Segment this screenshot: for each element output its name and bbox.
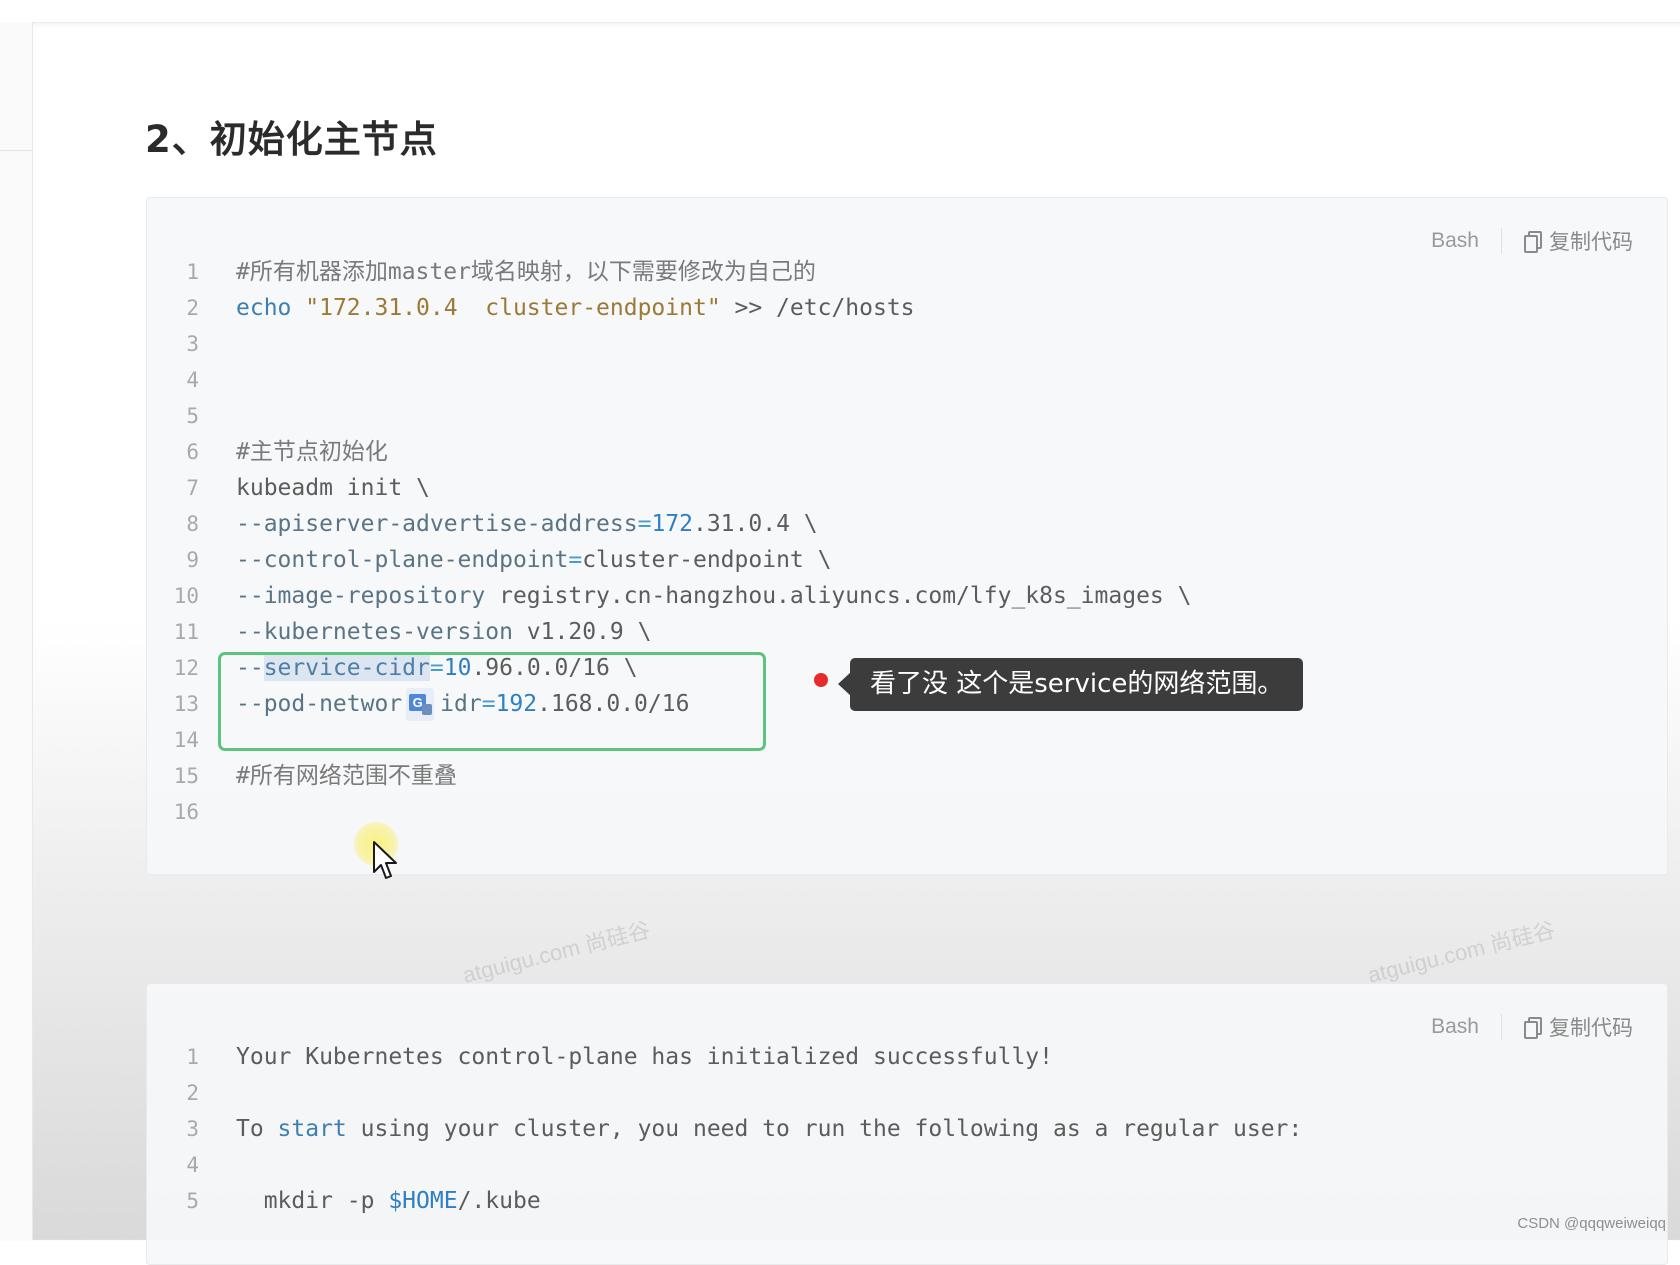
copy-code-label: 复制代码 [1549, 1017, 1633, 1040]
code-plain: .31.0.4 \ [692, 511, 818, 537]
code-variable: $HOME [388, 1188, 458, 1214]
code-block-init-output: Bash 复制代码 1 Your Kubernetes control-plan… [146, 983, 1668, 1265]
line-number: 4 [186, 1153, 199, 1177]
copy-code-label: 复制代码 [1549, 231, 1633, 254]
code-plain: Your Kubernetes control-plane has initia… [236, 1044, 1053, 1070]
toolbar-divider [1501, 1014, 1502, 1040]
code-plain: To [236, 1116, 278, 1142]
line-number: 12 [173, 656, 199, 680]
code-string: "172.31.0.4 cluster-endpoint" [305, 295, 721, 321]
code-text: --kubernetes-version v1.20.9 \ [236, 614, 651, 650]
credit-watermark: CSDN @qqqweiweiqq [1517, 1215, 1666, 1232]
line-number: 14 [173, 728, 199, 752]
code-plain: kubeadm init \ [236, 475, 430, 501]
line-number: 1 [186, 260, 199, 284]
line-number: 4 [186, 368, 199, 392]
copy-code-button[interactable]: 复制代码 [1524, 1012, 1633, 1042]
code-line: 10 --image-repository registry.cn-hangzh… [147, 578, 1667, 614]
code-plain: using your cluster, you need to run the … [346, 1116, 1303, 1142]
code-line: 4 [147, 1147, 1667, 1183]
code-keyword: echo [236, 295, 292, 321]
mouse-pointer-icon [373, 841, 397, 879]
code-block-toolbar: Bash 复制代码 [1431, 1012, 1633, 1042]
language-label: Bash [1431, 1015, 1479, 1038]
left-sidebar-rail [0, 22, 33, 1240]
code-lines: 1 Your Kubernetes control-plane has init… [147, 1039, 1667, 1219]
toolbar-divider [1501, 228, 1502, 254]
code-plain: v1.20.9 \ [512, 619, 652, 645]
code-plain: cluster-endpoint \ [582, 547, 832, 573]
code-text: To start using your cluster, you need to… [236, 1111, 1302, 1147]
code-text: --apiserver-advertise-address=172.31.0.4… [236, 506, 818, 542]
highlight-box [218, 652, 766, 751]
code-flag: --image-repository [236, 583, 486, 609]
code-comment: #所有网络范围不重叠 [236, 763, 457, 789]
line-number: 16 [173, 800, 199, 824]
code-text: --control-plane-endpoint=cluster-endpoin… [236, 542, 831, 578]
line-number: 8 [186, 512, 199, 536]
line-number: 5 [186, 1189, 199, 1213]
code-line: 7 kubeadm init \ [147, 470, 1667, 506]
code-comment: #主节点初始化 [236, 439, 388, 465]
code-block-init-master: Bash 复制代码 1 #所有机器添加master域名映射，以下需要修改为自己的… [146, 197, 1668, 875]
line-number: 3 [186, 332, 199, 356]
code-operator: = [637, 511, 652, 537]
code-line: 5 [147, 398, 1667, 434]
code-line: 5 mkdir -p $HOME/.kube [147, 1183, 1667, 1219]
line-number: 10 [173, 584, 199, 608]
copy-icon [1524, 1017, 1542, 1039]
code-line: 8 --apiserver-advertise-address=172.31.0… [147, 506, 1667, 542]
section-title: 2、初始化主节点 [145, 118, 438, 161]
code-flag: --control-plane-endpoint [236, 547, 569, 573]
code-line: 4 [147, 362, 1667, 398]
watermark: atguigu.com 尚硅谷 [1365, 917, 1558, 988]
code-text: mkdir -p $HOME/.kube [236, 1183, 541, 1219]
code-line: 2 echo "172.31.0.4 cluster-endpoint" >> … [147, 290, 1667, 326]
code-block-toolbar: Bash 复制代码 [1431, 226, 1633, 256]
code-plain: mkdir -p [236, 1188, 389, 1214]
line-number: 7 [186, 476, 199, 500]
watermark: atguigu.com 尚硅谷 [460, 917, 653, 988]
code-line: 3 To start using your cluster, you need … [147, 1111, 1667, 1147]
code-plain: registry.cn-hangzhou.aliyuncs.com/lfy_k8… [485, 583, 1192, 609]
code-operator: = [568, 547, 583, 573]
code-comment: #所有机器添加master域名映射，以下需要修改为自己的 [236, 259, 816, 285]
copy-icon [1524, 231, 1542, 253]
rail-divider [0, 150, 32, 151]
code-line: 15 #所有网络范围不重叠 [147, 758, 1667, 794]
code-plain: /.kube [457, 1188, 541, 1214]
line-number: 9 [186, 548, 199, 572]
code-plain: >> /etc/hosts [720, 295, 915, 321]
annotation-bubble: 看了没 这个是service的网络范围。 [850, 658, 1304, 711]
code-flag: --apiserver-advertise-address [236, 511, 638, 537]
code-flag: --kubernetes-version [236, 619, 513, 645]
code-keyword: start [277, 1116, 347, 1142]
code-line: 6 #主节点初始化 [147, 434, 1667, 470]
line-number: 2 [186, 296, 199, 320]
code-line: 1 Your Kubernetes control-plane has init… [147, 1039, 1667, 1075]
code-line: 2 [147, 1075, 1667, 1111]
line-number: 6 [186, 440, 199, 464]
code-line: 1 #所有机器添加master域名映射，以下需要修改为自己的 [147, 254, 1667, 290]
line-number: 3 [186, 1117, 199, 1141]
line-number: 1 [186, 1045, 199, 1069]
line-number: 15 [173, 764, 199, 788]
line-number: 5 [186, 404, 199, 428]
language-label: Bash [1431, 229, 1479, 252]
code-text: --image-repository registry.cn-hangzhou.… [236, 578, 1191, 614]
code-line: 11 --kubernetes-version v1.20.9 \ [147, 614, 1667, 650]
code-line: 3 [147, 326, 1667, 362]
code-text: echo "172.31.0.4 cluster-endpoint" >> /e… [236, 290, 915, 326]
line-number: 13 [173, 692, 199, 716]
top-bar [0, 0, 1680, 23]
copy-code-button[interactable]: 复制代码 [1524, 226, 1633, 256]
line-number: 2 [186, 1081, 199, 1105]
annotation-marker-dot [814, 673, 828, 687]
line-number: 11 [173, 620, 199, 644]
code-line: 9 --control-plane-endpoint=cluster-endpo… [147, 542, 1667, 578]
code-number: 172 [651, 511, 693, 537]
